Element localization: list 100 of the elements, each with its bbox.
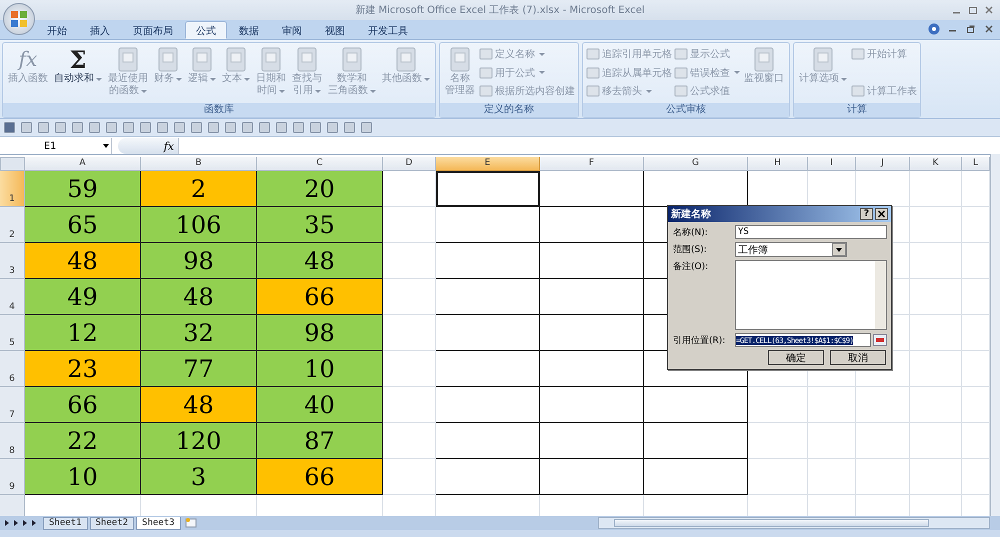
row-header[interactable]: 3 (0, 243, 25, 279)
toolbar-icon[interactable] (71, 121, 84, 134)
table-cell (808, 387, 856, 423)
field-label: 名称(N): (673, 226, 709, 238)
table-cell (910, 279, 962, 315)
toolbar-icon[interactable] (292, 121, 305, 134)
table-cell (748, 387, 808, 423)
table-cell: 22 (25, 423, 141, 459)
row-header[interactable]: 8 (0, 423, 25, 459)
caret-icon (646, 90, 652, 92)
toolbar-icon[interactable] (360, 121, 373, 134)
name-field[interactable]: YS (735, 225, 887, 239)
name-box[interactable]: E1 (0, 138, 112, 154)
table-cell: 98 (141, 243, 257, 279)
column-header[interactable]: J (856, 157, 910, 171)
help-icon[interactable] (928, 23, 940, 35)
ribbon-tab[interactable]: 数据 (228, 21, 270, 39)
toolbar-icon[interactable] (343, 121, 356, 134)
row-header[interactable]: 5 (0, 315, 25, 351)
comment-field[interactable] (735, 260, 887, 330)
toolbar-icon[interactable] (122, 121, 135, 134)
toolbar-icon[interactable] (3, 121, 16, 134)
new-sheet-icon[interactable] (182, 517, 199, 529)
row-header[interactable]: 4 (0, 279, 25, 315)
table-cell: 77 (141, 351, 257, 387)
ribbon-tab[interactable]: 审阅 (271, 21, 313, 39)
dialog-button[interactable]: 确定 (768, 350, 824, 365)
column-header[interactable]: F (540, 157, 644, 171)
toolbar-icon[interactable] (88, 121, 101, 134)
toolbar-icon[interactable] (139, 121, 152, 134)
sheet-tab[interactable]: Sheet1 (43, 516, 88, 530)
command-icon (479, 85, 493, 97)
dialog-button[interactable]: 取消 (830, 350, 886, 365)
toolbar-icon[interactable] (309, 121, 322, 134)
select-all-button[interactable] (0, 157, 25, 171)
table-cell (383, 207, 436, 243)
ribbon-button[interactable]: Σ 自动求和 (52, 45, 104, 101)
table-cell (910, 243, 962, 279)
toolbar-icon[interactable] (207, 121, 220, 134)
sheet-tab[interactable]: Sheet2 (90, 516, 134, 530)
sheet-tab[interactable]: Sheet3 (136, 516, 181, 530)
restore-icon[interactable] (966, 24, 976, 34)
row-header[interactable]: 7 (0, 387, 25, 423)
insert-function-button[interactable]: fx (164, 140, 174, 152)
maximize-icon[interactable] (968, 5, 978, 15)
caret-icon (96, 78, 102, 80)
row-header[interactable]: 2 (0, 207, 25, 243)
column-header[interactable]: B (141, 157, 257, 171)
scope-dropdown[interactable]: 工作簿 (735, 242, 847, 257)
ribbon-tab[interactable]: 插入 (79, 21, 121, 39)
ribbon-tab[interactable]: 公式 (185, 21, 227, 39)
row-header[interactable]: 9 (0, 459, 25, 495)
row-header[interactable]: 6 (0, 351, 25, 387)
close-icon[interactable] (875, 208, 888, 220)
toolbar-icon[interactable] (105, 121, 118, 134)
column-header[interactable]: A (25, 157, 141, 171)
column-header[interactable]: L (962, 157, 990, 171)
ribbon-tab[interactable]: 开始 (36, 21, 78, 39)
selected-cell[interactable] (436, 171, 540, 207)
group-label: 函数库 (3, 103, 435, 117)
ribbon-tab[interactable]: 开发工具 (357, 21, 419, 39)
column-header[interactable]: C (257, 157, 383, 171)
toolbar-icon[interactable] (54, 121, 67, 134)
toolbar-icon[interactable] (20, 121, 33, 134)
column-header[interactable]: G (644, 157, 748, 171)
toolbar-icon[interactable] (224, 121, 237, 134)
column-header[interactable]: I (808, 157, 856, 171)
ribbon-tab[interactable]: 页面布局 (122, 21, 184, 39)
horizontal-scrollbar[interactable] (598, 517, 990, 529)
office-button[interactable] (3, 3, 35, 35)
table-cell: 65 (25, 207, 141, 243)
toolbar-icon[interactable] (258, 121, 271, 134)
column-header[interactable]: D (383, 157, 436, 171)
function-icon: fx (18, 45, 38, 73)
command-icon (674, 66, 688, 78)
column-header[interactable]: H (748, 157, 808, 171)
caret-icon (244, 78, 250, 80)
table-cell: 20 (257, 171, 383, 207)
toolbar-icon[interactable] (326, 121, 339, 134)
collapse-icon[interactable] (873, 334, 887, 346)
toolbar-icon[interactable] (241, 121, 254, 134)
column-header[interactable]: E (436, 157, 540, 171)
row-header[interactable]: 1 (0, 171, 25, 207)
toolbar-icon[interactable] (275, 121, 288, 134)
toolbar-icon[interactable] (190, 121, 203, 134)
toolbar-icon[interactable] (156, 121, 169, 134)
caret-icon (734, 71, 740, 74)
ribbon-tab[interactable]: 视图 (314, 21, 356, 39)
vertical-scrollbar[interactable] (990, 154, 1000, 516)
table-cell: 3 (141, 459, 257, 495)
column-header[interactable]: K (910, 157, 962, 171)
table-cell: 48 (257, 243, 383, 279)
command-icon (586, 85, 600, 97)
caret-icon (841, 78, 847, 80)
table-cell: 106 (141, 207, 257, 243)
toolbar-icon[interactable] (173, 121, 186, 134)
help-button[interactable]: ? (860, 208, 873, 220)
toolbar-icon[interactable] (37, 121, 50, 134)
group-label: 公式审核 (583, 103, 789, 117)
table-cell: 48 (141, 387, 257, 423)
